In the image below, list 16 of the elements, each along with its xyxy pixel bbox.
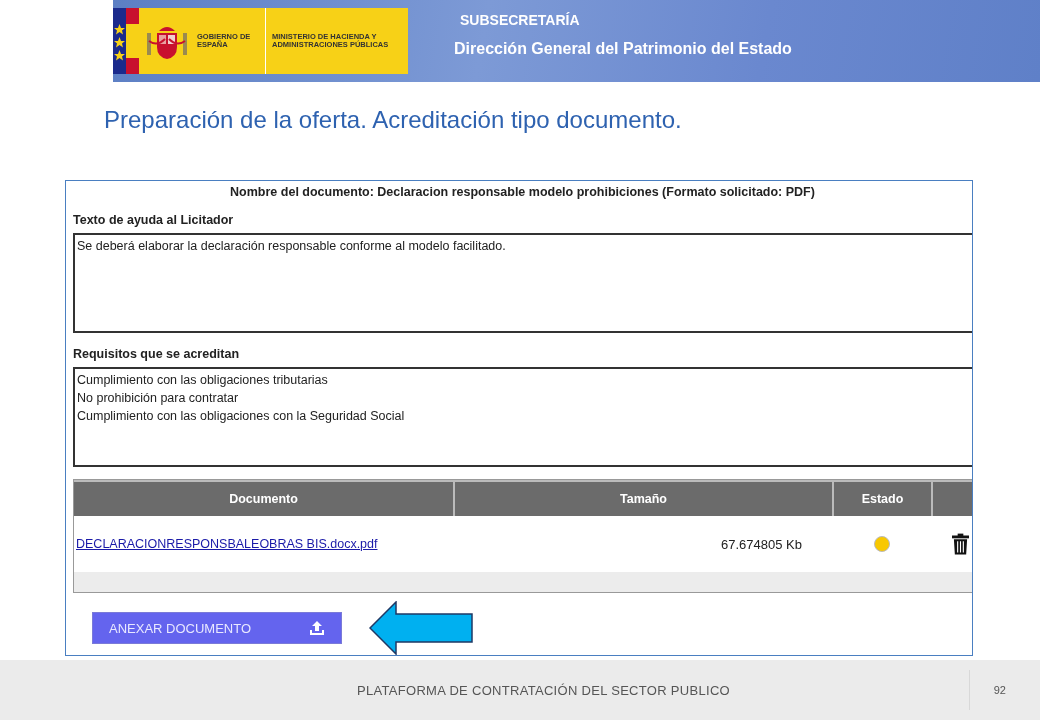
help-text-field[interactable]: Se deberá elaborar la declaración responsable conforme al modelo facilitado. <box>73 233 972 333</box>
size-cell-text: 67.674805 Kb <box>720 536 803 552</box>
column-header: Tamaño <box>453 482 832 516</box>
slide-title: Preparación de la oferta. Acreditación tipo documento. <box>104 106 683 134</box>
directorate-title: Dirección General del Patrimonio del Estado <box>454 40 792 58</box>
help-label: Texto de ayuda al Licitador <box>73 213 235 227</box>
footer-text: PLATAFORMA DE CONTRATACIÓN DEL SECTOR PUBLICO <box>357 682 730 698</box>
document-link[interactable]: DECLARACIONRESPONSBALEOBRAS BIS.docx.pdf <box>76 537 378 551</box>
requirements-field[interactable]: Cumplimiento con las obligaciones tributarias No prohibición para contratar Cumplimiento con las obligaciones con la Seguridad Social <box>73 367 972 467</box>
requirements-label: Requisitos que se acreditan <box>73 347 241 361</box>
column-header: Documento <box>228 491 299 508</box>
column-header: Estado <box>832 482 931 516</box>
document-name: Nombre del documento: Declaracion responsable modelo prohibiciones (Formato solicitado: PDF) <box>229 185 816 199</box>
page-number: 92 <box>968 670 1006 710</box>
attach-document-button[interactable]: ANEXAR DOCUMENTO <box>92 612 342 644</box>
unit-title: SUBSECRETARÍA <box>460 12 581 28</box>
